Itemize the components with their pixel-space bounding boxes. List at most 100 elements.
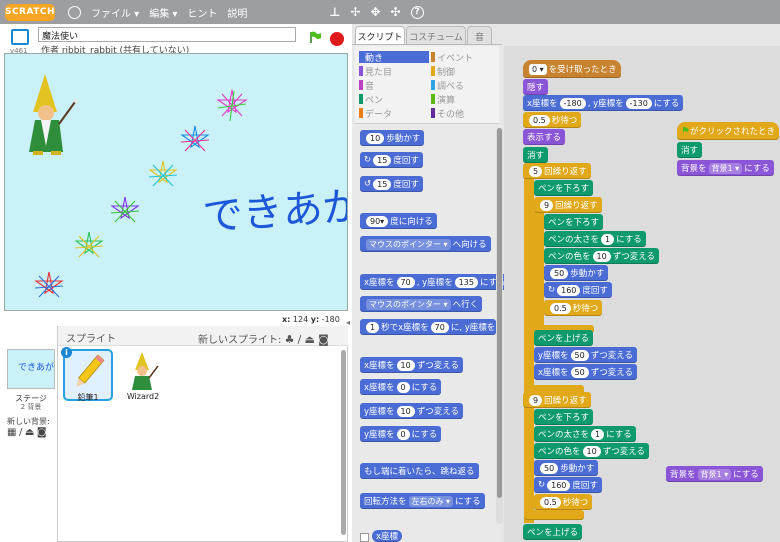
move-block[interactable]: 50 歩動かす [544,265,609,281]
goto-xy-block[interactable]: x座標を -180, y座標を -130 にする [523,95,684,111]
menu-edit[interactable]: 編集 ▾ [149,5,177,20]
wizard-sprite[interactable] [29,74,78,155]
input[interactable]: 5 [529,165,543,177]
dropdown[interactable]: 背景1 ▾ [697,468,732,480]
category-pen[interactable]: ペン [359,93,383,106]
info-icon[interactable]: i [61,347,72,358]
set-pen-size-block[interactable]: ペンの太さを 1 にする [534,426,636,442]
tab-scripts[interactable]: スクリプト [355,26,405,45]
paint-backdrop-icon[interactable]: / [19,427,22,438]
input[interactable]: 0 [396,428,410,440]
repeat-5-block[interactable]: 5 回繰り返す [523,163,591,179]
backdrop-library-icon[interactable]: ▦ [7,427,16,438]
input[interactable]: 9 [540,199,554,211]
input[interactable]: 90▾ [366,215,389,227]
change-pen-color-block[interactable]: ペンの色を 10 ずつ変える [544,248,659,264]
grow-icon[interactable]: ✥ [370,5,380,19]
tab-costumes[interactable]: コスチューム [406,26,466,45]
camera-sprite-icon[interactable]: ◙ [318,333,329,346]
input[interactable]: 0.5 [540,496,561,508]
dropdown[interactable]: マウスのポインター ▾ [366,238,451,250]
show-block[interactable]: 表示する [523,129,566,145]
stop-icon[interactable] [330,32,344,46]
input[interactable]: 1 [601,233,615,245]
pen-down-block[interactable]: ペンを下ろす [544,214,604,230]
menu-about[interactable]: 説明 [227,5,247,20]
input[interactable]: 1 [366,321,380,333]
input[interactable]: 10 [366,132,385,144]
palette-x-position-reporter[interactable]: x座標 [372,530,403,542]
category-looks[interactable]: 見た目 [359,65,392,78]
input[interactable]: -180 [559,97,586,109]
language-globe-icon[interactable] [68,5,81,19]
palette-move-block[interactable]: 10 歩動かす [360,130,425,146]
palette-scrollbar-thumb[interactable] [497,128,502,498]
hide-block[interactable]: 隠す [523,79,549,95]
input[interactable]: 50 [570,366,589,378]
input[interactable]: 0 [396,381,410,393]
palette-point-towards-block[interactable]: マウスのポインター ▾ へ向ける [360,236,491,252]
upload-sprite-icon[interactable]: ⏏ [305,333,315,346]
change-pen-color-block[interactable]: ペンの色を 10 ずつ変える [534,443,649,459]
input[interactable]: 0.5 [550,302,571,314]
x-position-checkbox[interactable] [360,533,369,542]
duplicate-icon[interactable]: ⊥ [329,5,340,19]
category-events[interactable]: イベント [431,51,473,64]
palette-set-x-block[interactable]: x座標を 0 にする [360,379,442,395]
input[interactable]: 9 [529,394,543,406]
tab-sounds[interactable]: 音 [467,26,492,45]
pen-up-block[interactable]: ペンを上げる [534,330,594,346]
palette-goto-block[interactable]: マウスのポインター ▾ へ行く [360,296,483,312]
shrink-icon[interactable]: ✣ [391,5,401,19]
change-x-block[interactable]: x座標を 50 ずつ変える [534,364,637,380]
input[interactable]: 50 [570,349,589,361]
input[interactable]: 0.5 [529,114,550,126]
menu-file[interactable]: ファイル ▾ [91,5,139,20]
wait-block[interactable]: 0.5 秒待つ [523,112,582,128]
dropdown[interactable]: 0 ▾ [529,63,547,75]
pen-down-block[interactable]: ペンを下ろす [534,180,594,196]
palette-goto-xy-block[interactable]: x座標を 70, y座標を 135 にする [360,274,510,290]
pen-down-block[interactable]: ペンを下ろす [534,409,594,425]
paint-sprite-icon[interactable]: / [298,333,302,346]
sprite-list-scrollbar[interactable] [341,350,346,535]
menu-tips[interactable]: ヒント [187,5,217,20]
change-y-block[interactable]: y座標を 50 ずつ変える [534,347,637,363]
fullscreen-icon[interactable] [11,29,29,45]
palette-change-y-block[interactable]: y座標を 10 ずつ変える [360,403,463,419]
when-receive-hat[interactable]: 0 ▾ を受け取ったとき [523,60,621,78]
turn-block[interactable]: ↻ 160 度回す [534,477,602,493]
cut-icon[interactable]: ✢ [350,5,360,19]
upload-backdrop-icon[interactable]: ⏏ [25,427,34,438]
move-block[interactable]: 50 歩動かす [534,460,599,476]
green-flag-icon[interactable] [309,31,322,44]
input[interactable]: 135 [454,276,478,288]
category-motion[interactable]: 動き [359,51,429,64]
dropdown[interactable]: 左右のみ ▾ [408,495,454,507]
stage[interactable]: できあがり [4,53,348,311]
sprite-library-icon[interactable]: ♣ [285,333,295,346]
palette-bounce-block[interactable]: もし端に着いたら、跳ね返る [360,463,479,479]
turn-block[interactable]: ↻ 160 度回す [544,282,612,298]
camera-backdrop-icon[interactable]: ◙ [37,427,47,438]
category-sensing[interactable]: 調べる [431,79,464,92]
sprite-thumb-wizard[interactable] [122,350,166,392]
palette-turn-left-block[interactable]: ↺ 15 度回す [360,176,423,192]
category-sound[interactable]: 音 [359,79,374,92]
input[interactable]: 160 [547,479,571,491]
input[interactable]: 70 [396,276,415,288]
project-title-input[interactable]: 魔法使い [38,27,296,42]
palette-point-direction-block[interactable]: 90▾ 度に向ける [360,213,437,229]
pen-up-block[interactable]: ペンを上げる [523,524,583,540]
switch-backdrop-block[interactable]: 背景を 背景1 ▾ にする [677,160,774,176]
input[interactable]: 160 [557,284,581,296]
scratch-logo[interactable]: SCRATCH [5,3,55,21]
palette-set-y-block[interactable]: y座標を 0 にする [360,426,442,442]
input[interactable]: 50 [550,267,569,279]
wait-block[interactable]: 0.5 秒待つ [534,494,593,510]
input[interactable]: 10 [396,405,415,417]
input[interactable]: 70 [430,321,449,333]
switch-backdrop-block[interactable]: 背景を 背景1 ▾ にする [666,466,763,482]
dropdown[interactable]: 背景1 ▾ [708,162,743,174]
when-flag-clicked-hat[interactable]: ⚑ がクリックされたとき [677,122,779,140]
